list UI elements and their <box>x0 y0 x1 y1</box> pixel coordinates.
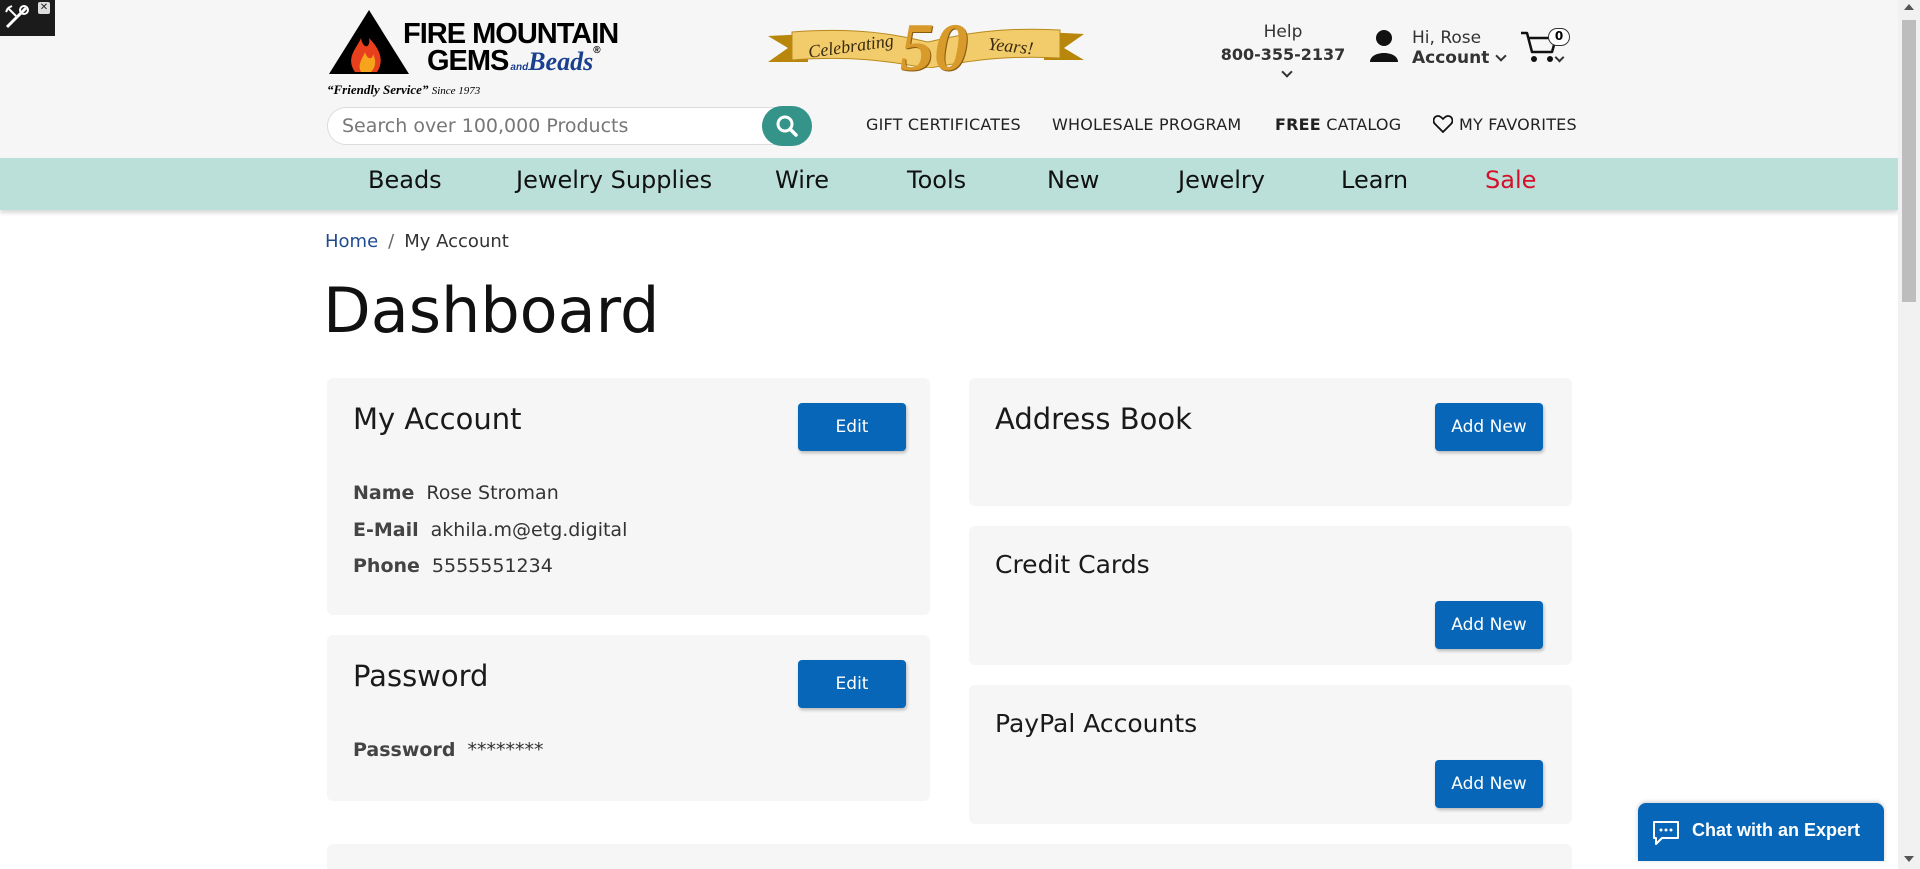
paypal-accounts-title: PayPal Accounts <box>995 709 1198 738</box>
anniversary-banner: Celebrating 50 Years! <box>768 9 1084 85</box>
help-phone[interactable]: 800-355-2137 <box>1218 45 1348 83</box>
logo-line-2: GEMS andBeads® <box>427 45 601 77</box>
chat-label: Chat with an Expert <box>1692 820 1861 840</box>
cart-count-badge: 0 <box>1548 28 1570 46</box>
chevron-down-icon <box>1495 50 1507 62</box>
flame-mountain-logo-icon <box>329 10 409 74</box>
password-card: Password Edit Password ******** <box>327 635 930 801</box>
add-address-button[interactable]: Add New <box>1435 403 1543 451</box>
nav-item-beads[interactable]: Beads <box>368 166 442 194</box>
user-icon <box>1370 30 1398 62</box>
chat-with-expert-button[interactable]: Chat with an Expert <box>1638 803 1884 861</box>
wholesale-program-link[interactable]: WHOLESALE PROGRAM <box>1052 115 1241 134</box>
name-row: Name Rose Stroman <box>353 482 559 504</box>
cart-button[interactable]: 0 <box>1520 26 1570 70</box>
nav-item-tools[interactable]: Tools <box>907 166 966 194</box>
name-value: Rose Stroman <box>426 482 559 504</box>
nav-item-sale[interactable]: Sale <box>1485 166 1536 194</box>
free-catalog-link[interactable]: FREE CATALOG <box>1275 115 1401 134</box>
account-menu[interactable]: Hi, Rose Account <box>1368 28 1508 68</box>
paypal-accounts-card: PayPal Accounts Add New <box>969 685 1572 824</box>
page-title: Dashboard <box>323 274 660 347</box>
chevron-down-icon <box>1281 66 1293 78</box>
site-logo[interactable]: FIRE MOUNTAIN GEMS andBeads® “Friendly Se… <box>327 8 619 97</box>
my-favorites-link[interactable]: MY FAVORITES <box>1432 115 1577 134</box>
add-paypal-button[interactable]: Add New <box>1435 760 1543 808</box>
nav-item-jewelry[interactable]: Jewelry <box>1178 166 1265 194</box>
address-book-title: Address Book <box>995 402 1192 436</box>
site-header: ✕ FIRE MOUNTAIN GEMS andBeads® “Friendly … <box>0 0 1898 158</box>
search-button[interactable] <box>762 106 812 146</box>
address-book-card: Address Book Add New <box>969 378 1572 506</box>
email-value: akhila.m@etg.digital <box>430 519 628 541</box>
nav-item-jewelry-supplies[interactable]: Jewelry Supplies <box>516 166 712 194</box>
chat-icon <box>1653 821 1679 845</box>
scroll-thumb[interactable] <box>1902 20 1916 302</box>
main-nav: Beads Jewelry Supplies Wire Tools New Je… <box>0 158 1898 210</box>
help-menu[interactable]: Help 800-355-2137 <box>1218 22 1348 83</box>
email-row: E-Mail akhila.m@etg.digital <box>353 519 628 541</box>
nav-item-new[interactable]: New <box>1047 166 1099 194</box>
credit-cards-title: Credit Cards <box>995 550 1150 579</box>
help-label: Help <box>1263 22 1303 42</box>
my-account-title: My Account <box>353 402 522 436</box>
search-icon <box>776 115 798 137</box>
password-row: Password ******** <box>353 739 544 761</box>
logo-tagline: “Friendly Service” Since 1973 <box>327 82 481 97</box>
edit-password-button[interactable]: Edit <box>798 660 906 708</box>
search-bar <box>327 106 812 146</box>
account-label[interactable]: Account <box>1412 48 1507 68</box>
phone-row: Phone 5555551234 <box>353 555 553 577</box>
next-section-card <box>327 844 1572 869</box>
greeting: Hi, Rose <box>1412 28 1482 48</box>
breadcrumb: Home / My Account <box>325 231 509 252</box>
password-title: Password <box>353 659 489 693</box>
edit-account-button[interactable]: Edit <box>798 403 906 451</box>
breadcrumb-separator: / <box>388 231 395 252</box>
credit-cards-card: Credit Cards Add New <box>969 526 1572 665</box>
password-value: ******** <box>467 739 544 761</box>
close-icon[interactable]: ✕ <box>38 2 50 14</box>
scroll-down-arrow[interactable] <box>1904 856 1914 862</box>
my-account-card: My Account Edit Name Rose Stroman E-Mail a… <box>327 378 930 615</box>
gift-certificates-link[interactable]: GIFT CERTIFICATES <box>866 115 1021 134</box>
breadcrumb-home-link[interactable]: Home <box>325 231 378 252</box>
wrench-icon[interactable] <box>4 4 30 30</box>
add-credit-card-button[interactable]: Add New <box>1435 601 1543 649</box>
search-input[interactable] <box>342 114 742 138</box>
nav-item-wire[interactable]: Wire <box>775 166 829 194</box>
anniversary-number: 50 <box>900 9 968 85</box>
scroll-up-arrow[interactable] <box>1904 4 1914 10</box>
breadcrumb-current: My Account <box>404 231 509 252</box>
nav-item-learn[interactable]: Learn <box>1341 166 1408 194</box>
page-scrollbar[interactable] <box>1898 0 1920 869</box>
phone-value: 5555551234 <box>431 555 553 577</box>
dev-toolbar[interactable]: ✕ <box>0 0 55 36</box>
heart-icon <box>1432 115 1454 134</box>
